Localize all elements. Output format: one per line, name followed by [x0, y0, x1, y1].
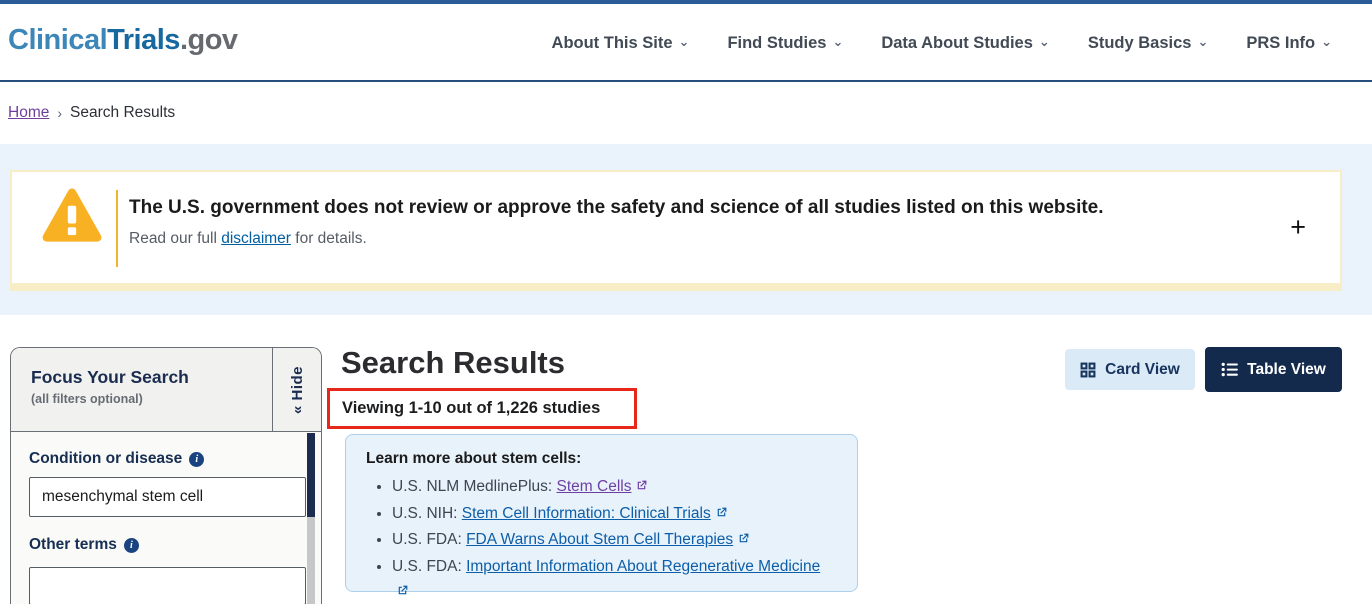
- regenerative-medicine-link[interactable]: Important Information About Regenerative…: [466, 558, 820, 575]
- banner-heading: The U.S. government does not review or a…: [129, 197, 1104, 219]
- banner-expand-button[interactable]: +: [1286, 210, 1310, 245]
- other-terms-label: Other terms i: [29, 536, 139, 554]
- hide-filters-label: « Hide: [289, 366, 306, 414]
- breadcrumb-home-link[interactable]: Home: [8, 104, 49, 122]
- info-icon[interactable]: i: [124, 538, 139, 553]
- external-link-icon: [715, 502, 728, 528]
- learn-more-list: U.S. NLM MedlinePlus: Stem Cells U.S. NI…: [366, 474, 837, 606]
- field-label-text: Condition or disease: [29, 450, 182, 468]
- info-icon[interactable]: i: [189, 452, 204, 467]
- nav-label: About This Site: [552, 34, 673, 53]
- condition-or-disease-input[interactable]: [29, 477, 306, 517]
- nav-study-basics[interactable]: Study Basics ⌄: [1088, 34, 1209, 53]
- table-list-icon: [1221, 361, 1238, 378]
- main-nav: About This Site ⌄ Find Studies ⌄ Data Ab…: [552, 4, 1332, 82]
- breadcrumb-current: Search Results: [70, 104, 175, 122]
- breadcrumb: Home › Search Results: [8, 104, 175, 122]
- banner-subtext: Read our full disclaimer for details.: [129, 230, 367, 248]
- site-header: ClinicalTrials.gov About This Site ⌄ Fin…: [0, 4, 1372, 82]
- other-terms-input[interactable]: [29, 567, 306, 604]
- stem-cells-link[interactable]: Stem Cells: [557, 478, 632, 495]
- viewing-count-text: Viewing 1-10 out of 1,226 studies: [342, 399, 600, 418]
- card-view-label: Card View: [1105, 361, 1180, 379]
- government-disclaimer-banner: The U.S. government does not review or a…: [10, 170, 1342, 291]
- field-label-text: Other terms: [29, 536, 117, 554]
- nav-prs-info[interactable]: PRS Info ⌄: [1246, 34, 1332, 53]
- nav-label: Study Basics: [1088, 34, 1192, 53]
- chevron-down-icon: ⌄: [1321, 35, 1332, 48]
- banner-subtext-suffix: for details.: [291, 230, 367, 247]
- list-item-prefix: U.S. NLM MedlinePlus:: [392, 478, 557, 495]
- list-item-prefix: U.S. NIH:: [392, 505, 462, 522]
- page: ClinicalTrials.gov About This Site ⌄ Fin…: [0, 0, 1372, 604]
- viewing-count-annotation-box: Viewing 1-10 out of 1,226 studies: [327, 388, 637, 429]
- external-link-icon: [737, 528, 750, 554]
- warning-triangle-icon: [42, 188, 102, 249]
- hide-filters-button[interactable]: « Hide: [272, 348, 321, 432]
- card-grid-icon: [1080, 362, 1096, 378]
- nav-data-about-studies[interactable]: Data About Studies ⌄: [881, 34, 1049, 53]
- filters-panel-header: Focus Your Search (all filters optional)…: [11, 348, 321, 432]
- condition-or-disease-label: Condition or disease i: [29, 450, 204, 468]
- disclaimer-link[interactable]: disclaimer: [221, 230, 291, 247]
- filters-panel: Focus Your Search (all filters optional)…: [10, 347, 322, 604]
- list-item-prefix: U.S. FDA:: [392, 531, 466, 548]
- list-item: U.S. FDA: FDA Warns About Stem Cell Ther…: [392, 527, 837, 554]
- logo-part-clinical: Clinical: [8, 24, 107, 56]
- stem-cell-information-link[interactable]: Stem Cell Information: Clinical Trials: [462, 505, 711, 522]
- fda-warns-link[interactable]: FDA Warns About Stem Cell Therapies: [466, 531, 733, 548]
- filters-subtitle: (all filters optional): [31, 392, 143, 406]
- nav-label: Find Studies: [727, 34, 826, 53]
- external-link-icon: [635, 475, 648, 501]
- page-title: Search Results: [341, 345, 565, 381]
- chevron-down-icon: ⌄: [832, 35, 843, 48]
- breadcrumb-separator: ›: [57, 105, 62, 121]
- learn-more-title: Learn more about stem cells:: [366, 450, 837, 468]
- logo-part-gov: .gov: [180, 24, 238, 56]
- list-item: U.S. NLM MedlinePlus: Stem Cells: [392, 474, 837, 501]
- nav-label: Data About Studies: [881, 34, 1033, 53]
- logo-part-trials: Trials: [107, 24, 180, 56]
- chevron-down-icon: ⌄: [679, 35, 690, 48]
- list-item: U.S. NIH: Stem Cell Information: Clinica…: [392, 501, 837, 528]
- nav-find-studies[interactable]: Find Studies ⌄: [727, 34, 843, 53]
- chevron-down-icon: ⌄: [1039, 35, 1050, 48]
- banner-divider: [116, 190, 118, 267]
- site-logo[interactable]: ClinicalTrials.gov: [8, 24, 238, 57]
- nav-about-this-site[interactable]: About This Site ⌄: [552, 34, 690, 53]
- chevron-down-icon: ⌄: [1197, 35, 1208, 48]
- banner-subtext-prefix: Read our full: [129, 230, 221, 247]
- filters-scrollbar-track[interactable]: [307, 433, 315, 604]
- filters-title: Focus Your Search: [31, 367, 189, 388]
- learn-more-box: Learn more about stem cells: U.S. NLM Me…: [345, 434, 858, 592]
- table-view-label: Table View: [1247, 361, 1326, 379]
- table-view-button[interactable]: Table View: [1205, 347, 1342, 392]
- external-link-icon: [396, 580, 409, 606]
- nav-label: PRS Info: [1246, 34, 1315, 53]
- list-item: U.S. FDA: Important Information About Re…: [392, 554, 837, 606]
- list-item-prefix: U.S. FDA:: [392, 558, 466, 575]
- card-view-button[interactable]: Card View: [1065, 349, 1195, 390]
- filters-scrollbar-thumb[interactable]: [307, 433, 315, 517]
